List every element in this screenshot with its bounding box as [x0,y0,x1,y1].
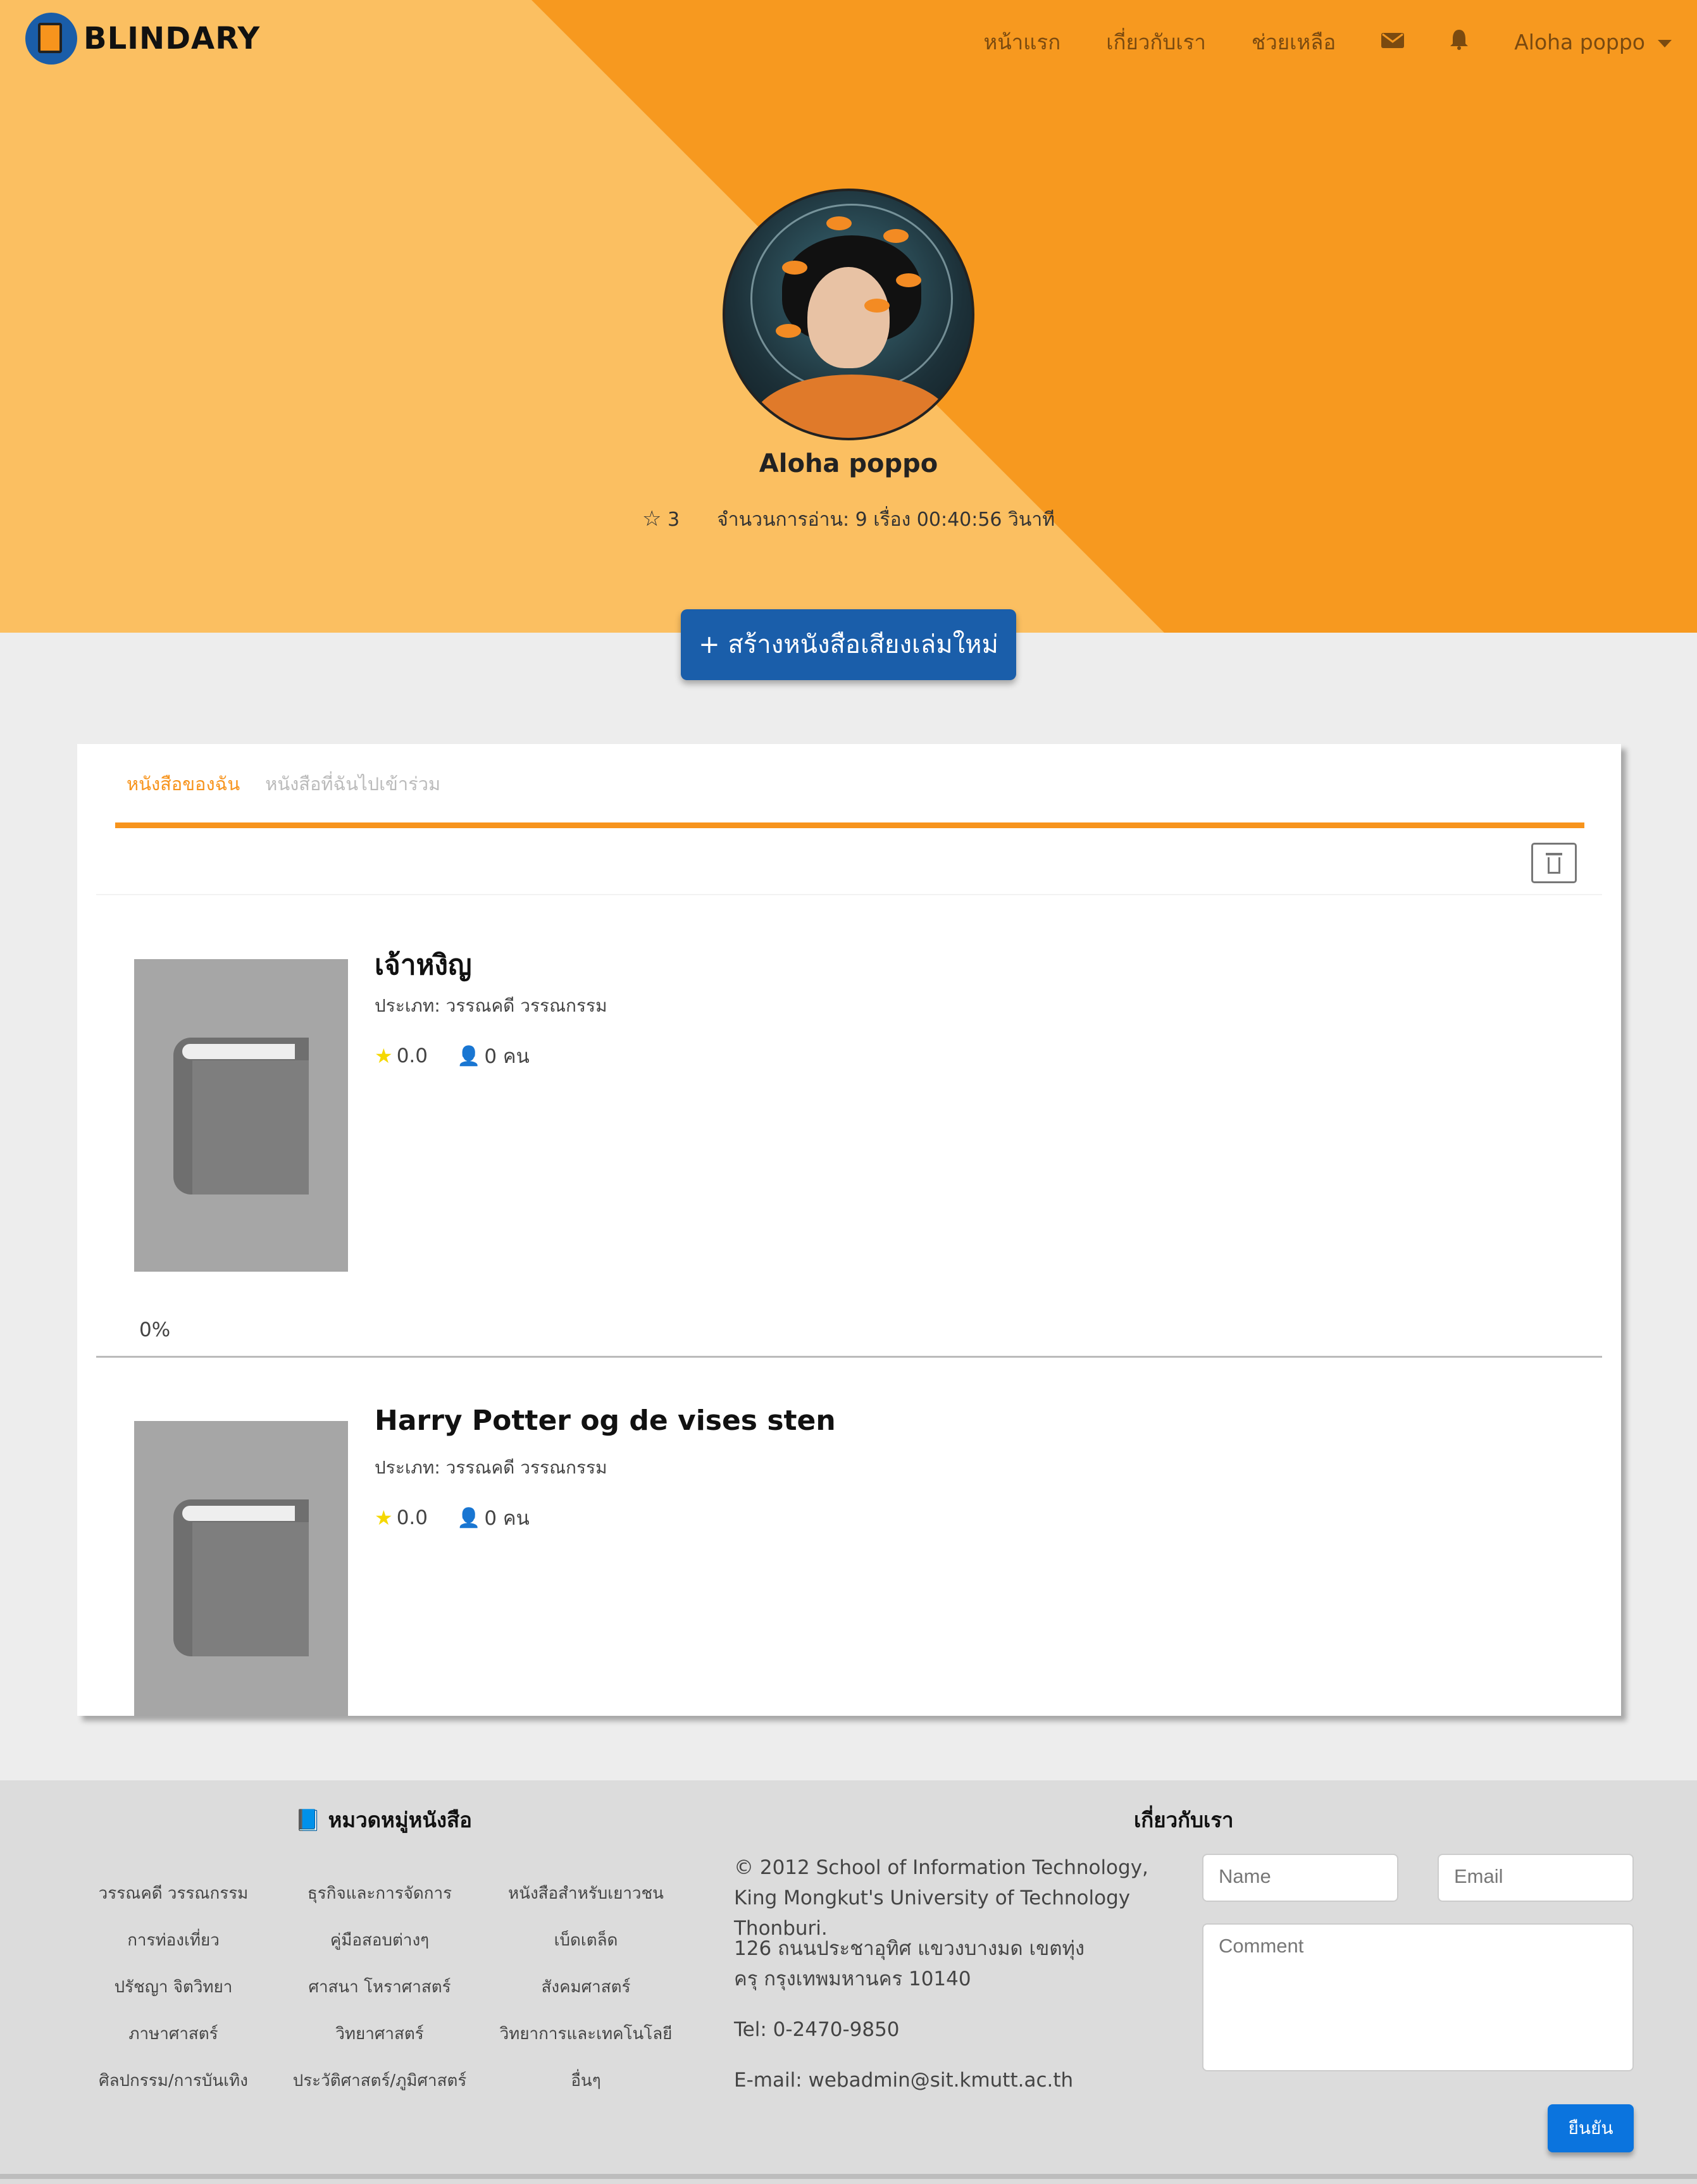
star-icon: ★ [375,1506,393,1530]
profile-stats: ☆ 3 จำนวนการอ่าน: 9 เรื่อง 00:40:56 วินา… [0,505,1697,535]
footer-category-link[interactable]: ศิลปกรรม/การบันเทิง [66,2068,281,2094]
book-progress: 0% [139,1318,171,1341]
footer-category-link[interactable]: การท่องเที่ยว [66,1927,281,1953]
email-field[interactable]: Email [1438,1854,1634,1902]
profile-star-count: 3 [667,509,680,531]
logo-icon [25,13,77,65]
book-category: ประเภท: วรรณคดี วรรณกรรม [375,1457,607,1478]
footer-category-link[interactable]: ปรัชญา จิตวิทยา [66,1974,281,2000]
envelope-icon[interactable] [1381,30,1405,55]
book-rating: 0.0 [396,1506,428,1529]
user-menu[interactable]: Aloha poppo [1514,30,1672,54]
footer-category-link[interactable]: วิทยาศาสตร์ [272,2021,487,2047]
book-readers: 0 คน [484,1507,530,1530]
my-books-card: หนังสือของฉัน หนังสือที่ฉันไปเข้าร่วม เจ… [77,744,1621,1716]
delete-button[interactable] [1531,843,1577,883]
tab-joined-books[interactable]: หนังสือที่ฉันไปเข้าร่วม [265,769,440,798]
book-readers: 0 คน [484,1045,530,1068]
footer-category-link[interactable]: เบ็ดเตล็ด [478,1927,693,1953]
book-tabs: หนังสือของฉัน หนังสือที่ฉันไปเข้าร่วม [127,769,466,798]
footer-address: 126 ถนนประชาอุทิศ แขวงบางมด เขตทุ่งครุ ก… [734,1937,1085,1990]
footer-category-link[interactable]: อื่นๆ [478,2068,693,2094]
star-icon: ★ [375,1044,393,1068]
brand-logo[interactable]: BLINDARY [25,13,260,65]
book-title[interactable]: เจ้าหงิญ [375,943,472,987]
footer-copyright: © 2012 School of Information Technology,… [734,1856,1148,1940]
star-outline-icon: ☆ [642,506,662,531]
submit-button[interactable]: ยืนยัน [1548,2104,1634,2152]
footer-tel: Tel: 0-2470-9850 [734,2018,900,2041]
book-title[interactable]: Harry Potter og de vises sten [375,1405,836,1437]
nav-links: หน้าแรก เกี่ยวกับเรา ช่วยเหลือ Aloha pop… [938,25,1672,59]
footer-category-link[interactable]: วิทยาการและเทคโนโลยี [478,2021,693,2047]
brand-name: BLINDARY [84,21,261,56]
nav-home-link[interactable]: หน้าแรก [983,25,1060,59]
comment-field[interactable]: Comment [1202,1923,1634,2071]
nav-help-link[interactable]: ช่วยเหลือ [1252,25,1336,59]
footer-email: E-mail: webadmin@sit.kmutt.ac.th [734,2069,1074,2092]
footer-category-link[interactable]: ศาสนา โหราศาสตร์ [272,1974,487,2000]
footer-categories-heading: 📘 หมวดหมู่หนังสือ [295,1808,472,1832]
name-field[interactable]: Name [1202,1854,1398,1902]
footer-category-link[interactable]: ธุรกิจและการจัดการ [272,1880,487,1906]
footer-bottom-border [0,2174,1697,2179]
book-cover-placeholder[interactable] [134,959,348,1272]
footer-category-link[interactable]: หนังสือสำหรับเยาวชน [478,1880,693,1906]
nav-about-link[interactable]: เกี่ยวกับเรา [1106,25,1206,59]
tab-underline [115,822,1584,828]
avatar [723,189,974,440]
divider [96,894,1602,895]
footer-category-link[interactable]: คู่มือสอบต่างๆ [272,1927,487,1953]
footer-about-heading: เกี่ยวกับเรา [1134,1808,1234,1832]
profile-hero: BLINDARY หน้าแรก เกี่ยวกับเรา ช่วยเหลือ … [0,0,1697,633]
book-cover-placeholder[interactable] [134,1421,348,1716]
chevron-down-icon [1658,39,1672,47]
footer-category-link[interactable]: สังคมศาสตร์ [478,1974,693,2000]
reading-stats: จำนวนการอ่าน: 9 เรื่อง 00:40:56 วินาที [717,509,1055,531]
book-meta: ★ 0.0 👤 0 คน [375,1040,530,1072]
book-rating: 0.0 [396,1045,428,1067]
footer-category-link[interactable]: ภาษาศาสตร์ [66,2021,281,2047]
book-icon: 📘 [295,1808,321,1832]
book-separator [96,1356,1602,1358]
tab-my-books[interactable]: หนังสือของฉัน [127,769,240,798]
user-icon: 👤 [457,1045,481,1067]
book-category: ประเภท: วรรณคดี วรรณกรรม [375,995,607,1016]
book-meta: ★ 0.0 👤 0 คน [375,1502,530,1534]
profile-name: Aloha poppo [759,449,938,478]
bell-icon[interactable] [1450,28,1469,56]
footer-category-link[interactable]: วรรณคดี วรรณกรรม [66,1880,281,1906]
create-audiobook-button[interactable]: + สร้างหนังสือเสียงเล่มใหม่ [681,609,1016,680]
user-icon: 👤 [457,1506,481,1529]
user-menu-name: Aloha poppo [1514,30,1645,54]
top-navbar: BLINDARY หน้าแรก เกี่ยวกับเรา ช่วยเหลือ … [0,0,1697,82]
footer-category-link[interactable]: ประวัติศาสตร์/ภูมิศาสตร์ [272,2068,487,2094]
